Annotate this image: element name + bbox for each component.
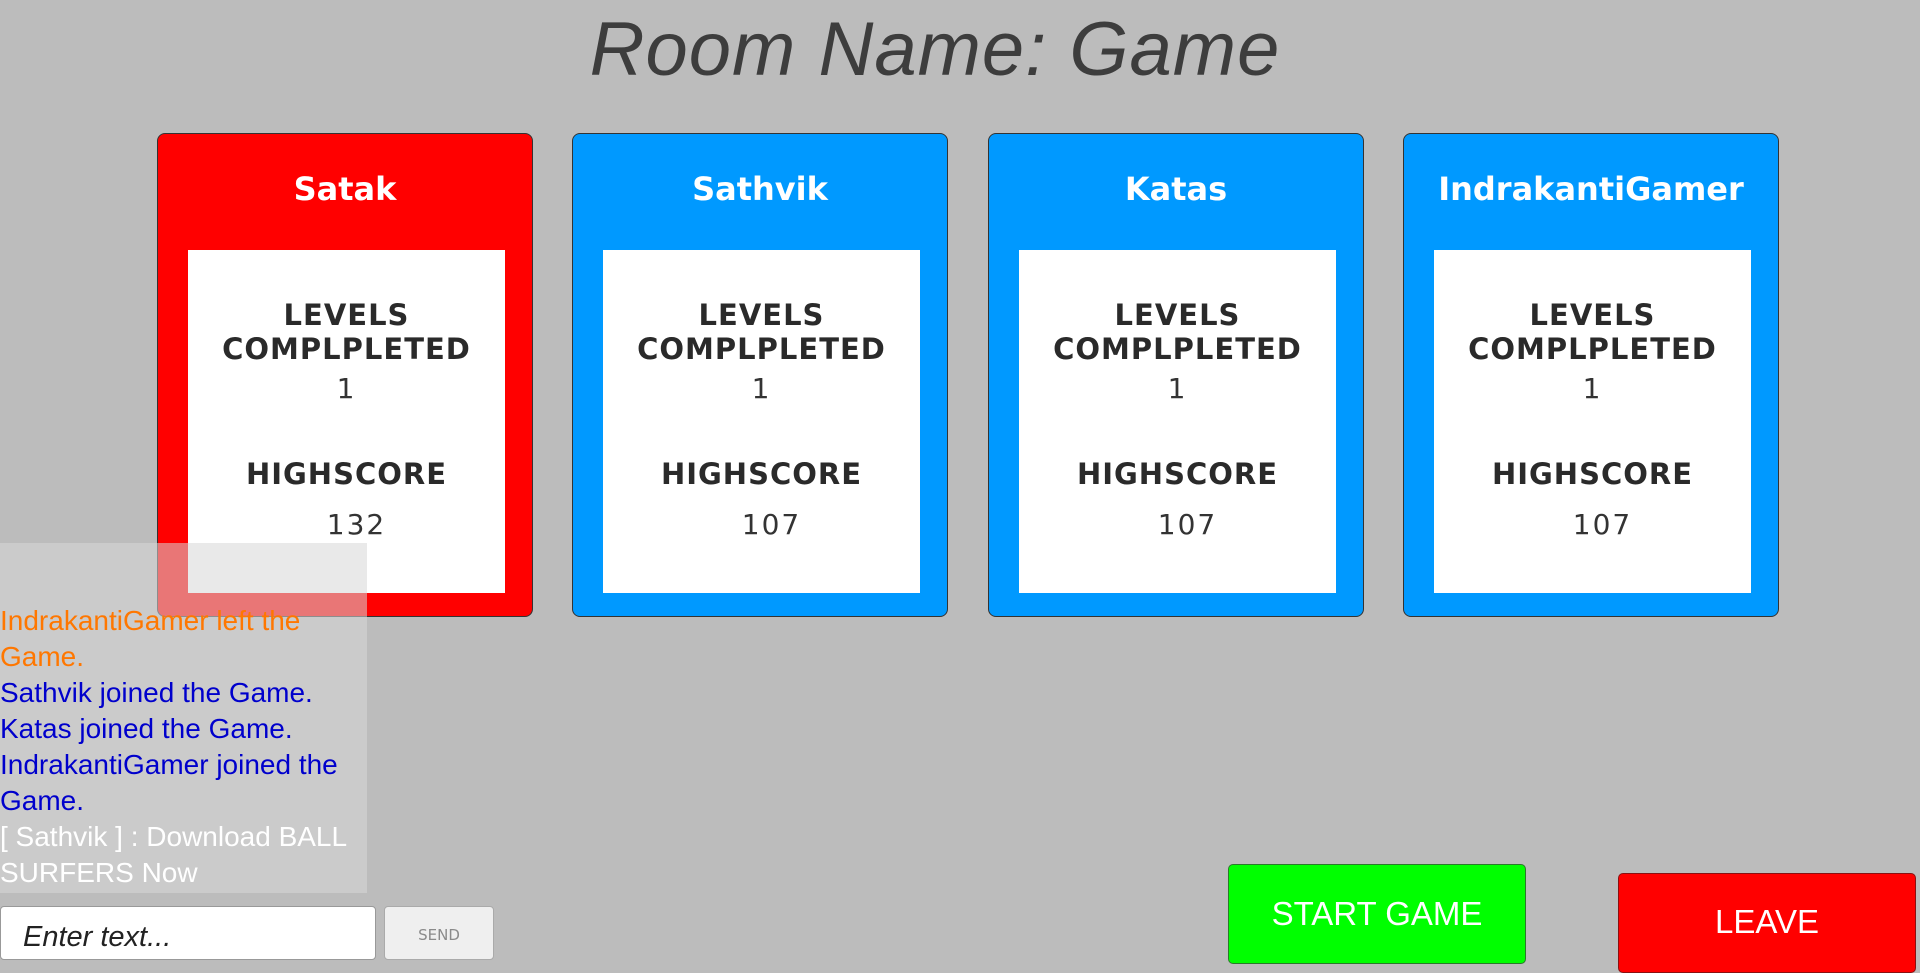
leave-button[interactable]: LEAVE	[1618, 873, 1916, 973]
player-card: Sathvik LEVELS COMPLPLETED 1 HIGHSCORE 1…	[572, 133, 948, 617]
send-button[interactable]: SEND	[384, 906, 494, 960]
levels-completed-value: 1	[1582, 372, 1603, 405]
chat-message: IndrakantiGamer left the Game.	[0, 605, 301, 672]
player-name: Satak	[293, 170, 397, 208]
highscore-label: HIGHSCORE	[245, 457, 448, 491]
levels-completed-label: LEVELS COMPLPLETED	[222, 298, 471, 366]
levels-completed-label: LEVELS COMPLPLETED	[1468, 298, 1717, 366]
player-stats-panel: LEVELS COMPLPLETED 1 HIGHSCORE 132	[188, 250, 505, 593]
player-card: Katas LEVELS COMPLPLETED 1 HIGHSCORE 107	[988, 133, 1364, 617]
player-stats-panel: LEVELS COMPLPLETED 1 HIGHSCORE 107	[1019, 250, 1336, 593]
chat-message: Sathvik joined the Game.	[0, 677, 313, 708]
player-stats-panel: LEVELS COMPLPLETED 1 HIGHSCORE 107	[1434, 250, 1751, 593]
chat-message: IndrakantiGamer joined the Game.	[0, 749, 338, 816]
chat-input[interactable]	[0, 906, 376, 960]
start-game-button[interactable]: START GAME	[1228, 864, 1526, 964]
player-name: Sathvik	[692, 170, 828, 208]
chat-message: [ Sathvik ] : Download BALL SURFERS Now	[0, 821, 347, 888]
levels-completed-label: LEVELS COMPLPLETED	[1053, 298, 1302, 366]
chat-message: Katas joined the Game.	[0, 713, 293, 744]
levels-completed-label: LEVELS COMPLPLETED	[637, 298, 886, 366]
chat-panel[interactable]: IndrakantiGamer left the Game. Sathvik j…	[0, 543, 367, 893]
levels-completed-value: 1	[336, 372, 357, 405]
levels-completed-value: 1	[751, 372, 772, 405]
highscore-value: 107	[1572, 508, 1633, 541]
highscore-value: 132	[326, 508, 387, 541]
highscore-label: HIGHSCORE	[1491, 457, 1694, 491]
chat-messages: IndrakantiGamer left the Game. Sathvik j…	[0, 603, 367, 891]
room-title: Room Name: Game	[589, 7, 1281, 92]
highscore-value: 107	[741, 508, 802, 541]
player-stats-panel: LEVELS COMPLPLETED 1 HIGHSCORE 107	[603, 250, 920, 593]
levels-completed-value: 1	[1167, 372, 1188, 405]
player-card: IndrakantiGamer LEVELS COMPLPLETED 1 HIG…	[1403, 133, 1779, 617]
player-name: IndrakantiGamer	[1438, 170, 1744, 208]
highscore-label: HIGHSCORE	[660, 457, 863, 491]
player-name: Katas	[1124, 170, 1228, 208]
highscore-label: HIGHSCORE	[1076, 457, 1279, 491]
highscore-value: 107	[1157, 508, 1218, 541]
